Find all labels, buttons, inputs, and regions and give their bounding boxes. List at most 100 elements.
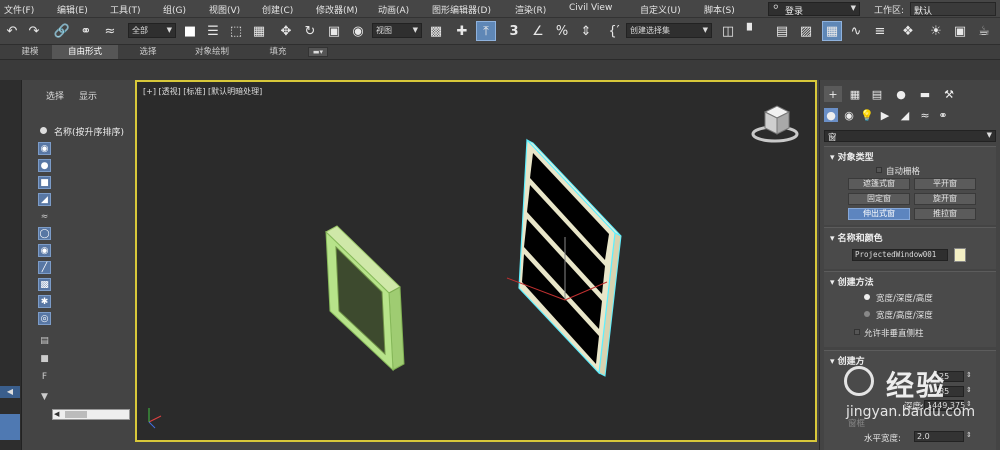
tab-select[interactable]: 选择 <box>46 89 64 102</box>
hierarchy-tab-icon[interactable]: ▤ <box>868 86 886 102</box>
systems-icon[interactable]: ⚭ <box>936 108 950 122</box>
rect-selection-icon[interactable]: ⬚ <box>226 21 246 41</box>
align-icon[interactable]: ▘ <box>742 21 762 41</box>
undo-icon[interactable]: ↶ <box>2 21 22 41</box>
menu-animation[interactable]: 动画(A) <box>378 3 409 16</box>
spacewarps-icon[interactable]: ≈ <box>918 108 932 122</box>
filter-groups-icon[interactable]: ◉ <box>38 244 51 257</box>
ref-coord-dropdown[interactable]: 视图 ▼ <box>372 23 422 38</box>
filter-xrefs-icon[interactable]: ✱ <box>38 295 51 308</box>
allow-non-vertical-checkbox[interactable] <box>854 329 860 335</box>
scrollbar-thumb[interactable] <box>65 411 87 418</box>
tab-selection[interactable]: 选择 <box>128 45 168 59</box>
method-whd-radio[interactable] <box>864 311 870 317</box>
select-by-name-icon[interactable]: ☰ <box>203 21 223 41</box>
place-icon[interactable]: ◉ <box>348 21 368 41</box>
filter-helpers-icon[interactable]: ◯ <box>38 227 51 240</box>
awning-window-button[interactable]: 遮篷式窗 <box>848 178 910 190</box>
cameras-icon[interactable]: ▶ <box>878 108 892 122</box>
menu-edit[interactable]: 编辑(E) <box>57 3 88 16</box>
menu-graph-editors[interactable]: 图形编辑器(D) <box>432 3 491 16</box>
rotate-icon[interactable]: ↻ <box>300 21 320 41</box>
schematic-view-icon[interactable]: ≡ <box>870 21 890 41</box>
filter-frozen-icon[interactable]: ◎ <box>38 312 51 325</box>
creation-method-title[interactable]: ▾ 创建方法 <box>830 275 874 288</box>
menu-customize[interactable]: 自定义(U) <box>640 3 681 16</box>
menu-file[interactable]: 文件(F) <box>4 3 34 16</box>
spinner-snap-icon[interactable]: ⇕ <box>576 21 596 41</box>
menu-view[interactable]: 视图(V) <box>209 3 240 16</box>
shapes-icon[interactable]: ◉ <box>842 108 856 122</box>
filter-lights-icon[interactable]: ■ <box>38 176 51 189</box>
horizontal-scrollbar[interactable]: ◀ <box>52 409 130 420</box>
object-color-swatch[interactable] <box>954 248 966 262</box>
create-tab-icon[interactable]: + <box>824 86 842 102</box>
sort-header[interactable]: 名称(按升序排序) <box>54 125 124 138</box>
render-setup-icon[interactable]: ☀ <box>926 21 946 41</box>
menu-modifiers[interactable]: 修改器(M) <box>316 3 358 16</box>
filter-shapes-icon[interactable]: ● <box>38 159 51 172</box>
green-window-object[interactable] <box>325 225 405 372</box>
perspective-viewport[interactable]: [+] [透视] [标准] [默认明暗处理] <box>135 80 817 442</box>
snaps-toggle-icon[interactable]: 3 <box>504 21 524 41</box>
filter-cameras-icon[interactable]: ◢ <box>38 193 51 206</box>
object-type-title[interactable]: ▾ 对象类型 <box>830 150 874 163</box>
projected-window-button[interactable]: 伸出式窗 <box>848 208 910 220</box>
rendered-frame-icon[interactable]: ▣ <box>950 21 970 41</box>
viewcube-icon[interactable] <box>751 105 799 143</box>
utilities-tab-icon[interactable]: ⚒ <box>940 86 958 102</box>
menu-scripting[interactable]: 脚本(S) <box>704 3 735 16</box>
lights-icon[interactable]: 💡 <box>860 108 874 122</box>
motion-tab-icon[interactable]: ● <box>892 86 910 102</box>
object-name-input[interactable]: ProjectedWindow001 <box>852 249 948 261</box>
link-icon[interactable]: 🔗 <box>52 21 72 41</box>
filter-geometry-icon[interactable]: ◉ <box>38 142 51 155</box>
method-wdh-radio[interactable] <box>864 294 870 300</box>
scene-explorer-icon[interactable]: ▤ <box>772 21 792 41</box>
mirror-icon[interactable]: ◫ <box>718 21 738 41</box>
selection-filter-dropdown[interactable]: 全部 ▼ <box>128 23 176 38</box>
named-selection-dropdown[interactable]: 创建选择集 ▼ <box>626 23 712 38</box>
helpers-icon[interactable]: ◢ <box>898 108 912 122</box>
casement-window-button[interactable]: 平开窗 <box>914 178 976 190</box>
bind-spacewarp-icon[interactable]: ≈ <box>100 21 120 41</box>
explorer-switch-button[interactable] <box>0 414 20 440</box>
redo-icon[interactable]: ↷ <box>24 21 44 41</box>
horizontal-width-spinner[interactable]: 2.0 <box>914 431 964 442</box>
menu-group[interactable]: 组(G) <box>163 3 186 16</box>
autogrid-checkbox[interactable] <box>876 167 882 173</box>
fixed-window-button[interactable]: 固定窗 <box>848 193 910 205</box>
menu-create[interactable]: 创建(C) <box>262 3 293 16</box>
move-icon[interactable]: ✥ <box>276 21 296 41</box>
material-editor-icon[interactable]: ❖ <box>898 21 918 41</box>
filter-containers-icon[interactable]: ▩ <box>38 278 51 291</box>
tab-display[interactable]: 显示 <box>79 89 97 102</box>
scroll-left-icon[interactable]: ◀ <box>0 386 20 398</box>
ribbon-toggle-icon[interactable]: ▦ <box>822 21 842 41</box>
keyboard-shortcut-override-icon[interactable]: ⤒ <box>476 21 496 41</box>
name-color-title[interactable]: ▾ 名称和颜色 <box>830 231 883 244</box>
window-crossing-icon[interactable]: ▦ <box>249 21 269 41</box>
curve-editor-icon[interactable]: ∿ <box>846 21 866 41</box>
percent-snap-icon[interactable]: % <box>552 21 572 41</box>
render-production-icon[interactable]: ☕ <box>974 21 994 41</box>
display-tab-icon[interactable]: ▬ <box>916 86 934 102</box>
tab-populate[interactable]: 填充 <box>258 45 298 59</box>
menu-civil-view[interactable]: Civil View <box>569 3 612 13</box>
modify-tab-icon[interactable]: ▦ <box>846 86 864 102</box>
filter-bones-icon[interactable]: ╱ <box>38 261 51 274</box>
login-dropdown[interactable]: ⚪ 登录 ▼ <box>768 2 860 17</box>
spinner-arrows-icon[interactable]: ⇕ <box>966 431 972 439</box>
menu-tools[interactable]: 工具(T) <box>110 3 141 16</box>
display-none-icon[interactable]: ■ <box>38 352 51 365</box>
angle-snap-icon[interactable]: ∠ <box>528 21 548 41</box>
display-all-icon[interactable]: ▤ <box>38 334 51 347</box>
unlink-icon[interactable]: ⚭ <box>76 21 96 41</box>
geometry-icon[interactable]: ● <box>824 108 838 122</box>
filter-spacewarps-icon[interactable]: ≈ <box>38 210 51 223</box>
select-manipulate-icon[interactable]: ✚ <box>452 21 472 41</box>
select-object-icon[interactable]: ■ <box>180 21 200 41</box>
tab-freeform[interactable]: 自由形式 <box>52 45 118 59</box>
menu-rendering[interactable]: 渲染(R) <box>515 3 546 16</box>
edit-named-selection-icon[interactable]: {′ <box>604 21 624 41</box>
